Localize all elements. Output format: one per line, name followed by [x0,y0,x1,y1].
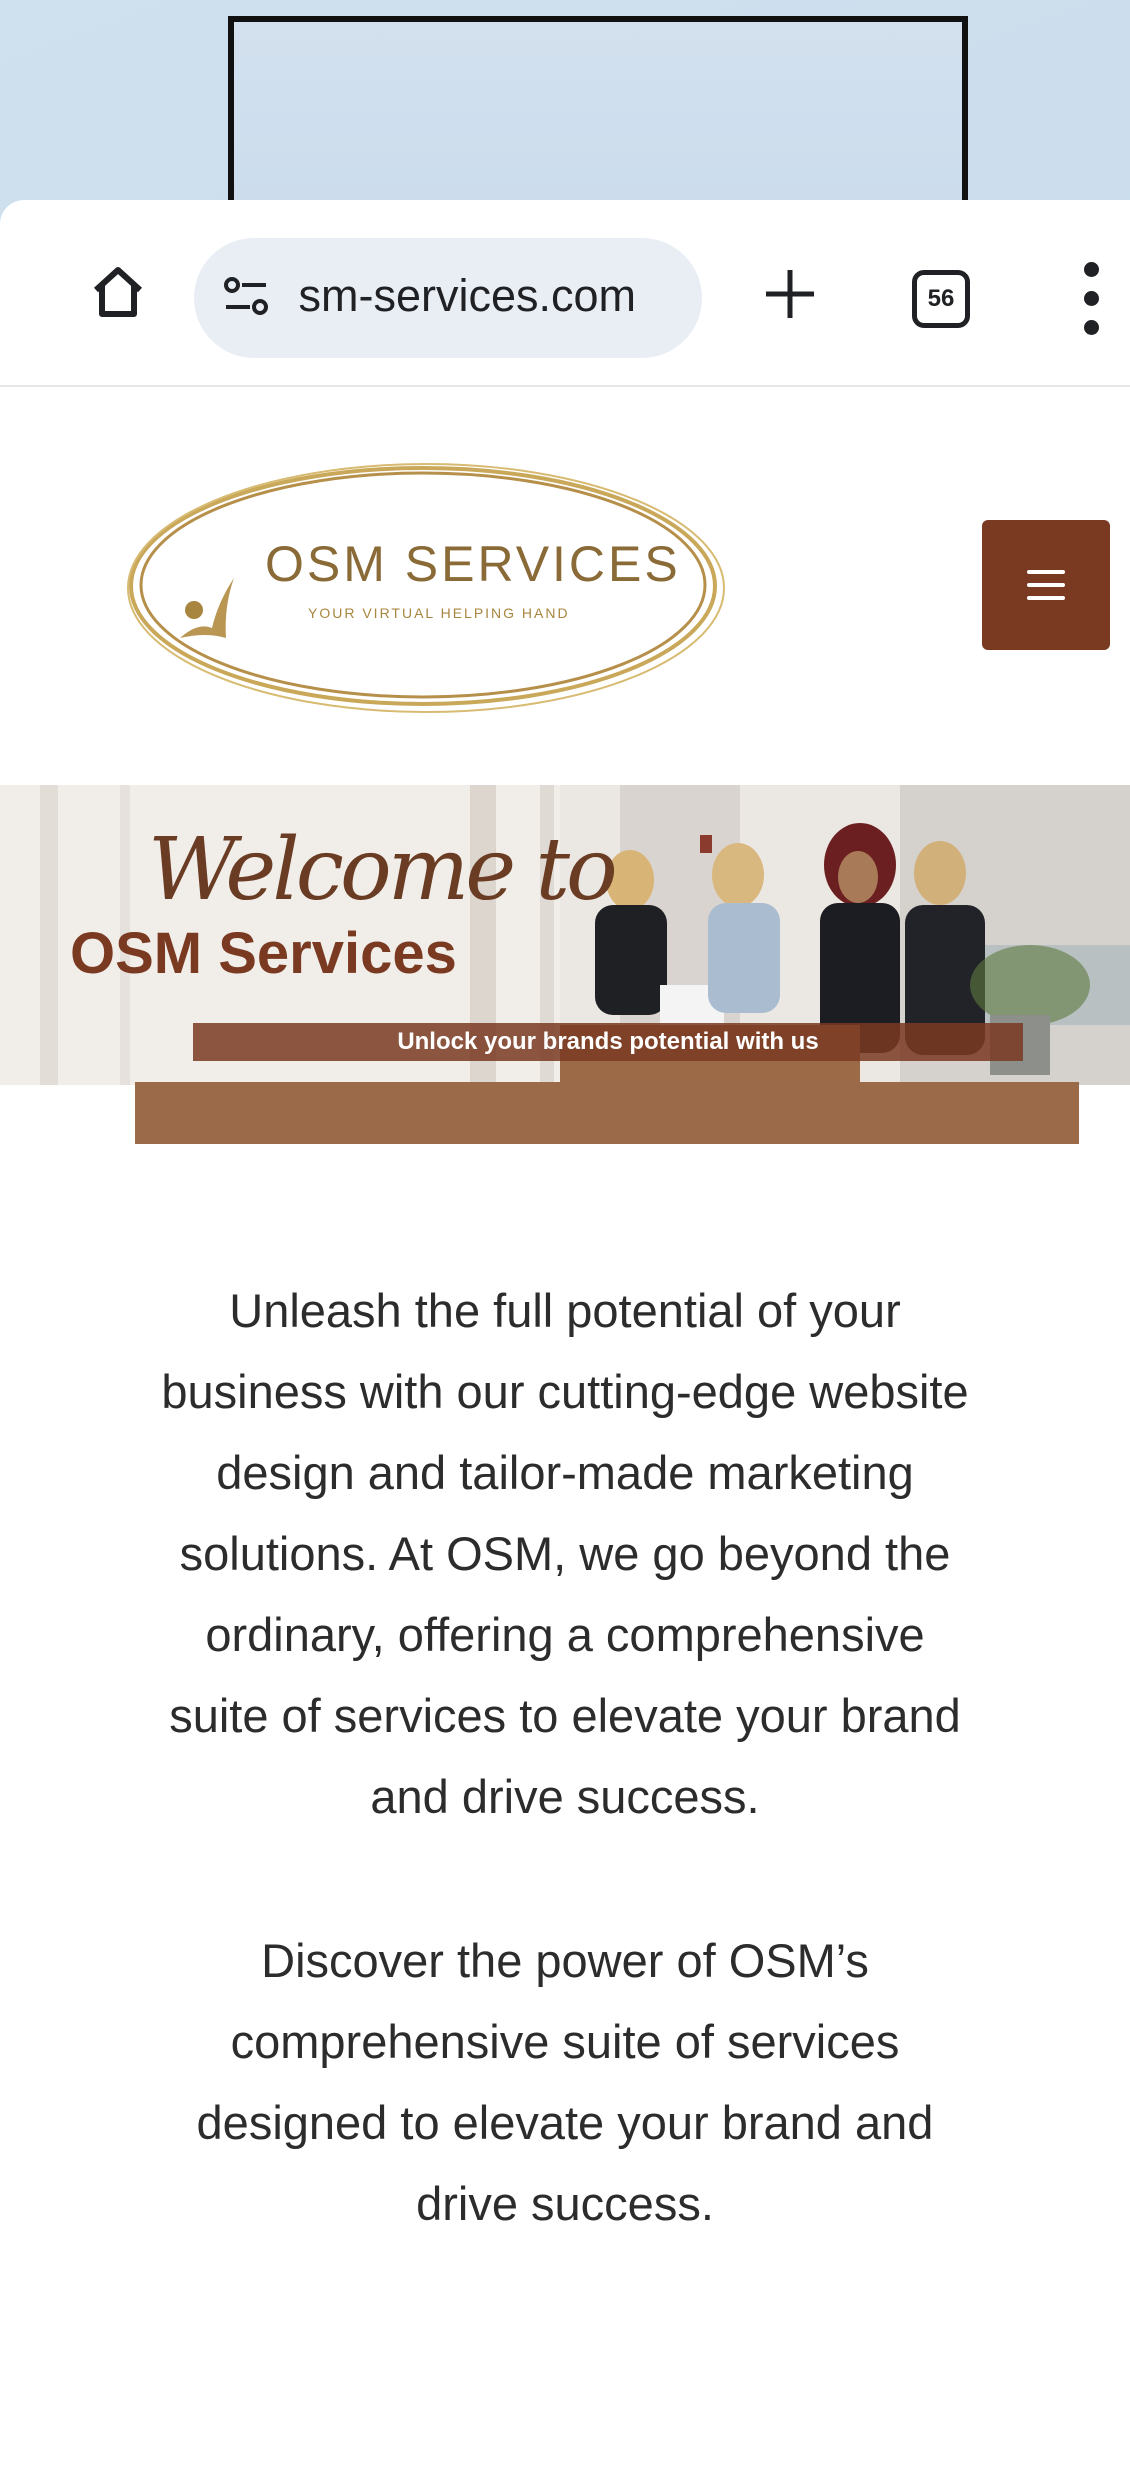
logo-figure-icon [180,578,234,638]
banner-accent-bar [135,1082,1079,1144]
top-frame [228,16,968,206]
browser-window: sm-services.com 56 OSM SERVICES YOUR VIR… [0,200,1130,2470]
intro-line: ordinary, offering a comprehensive [205,1608,925,1661]
banner-title: OSM Services [70,921,457,986]
url-text[interactable]: sm-services.com [286,270,637,322]
new-tab-button[interactable] [760,264,820,324]
discover-paragraph: Discover the power of OSM’s comprehensiv… [90,1920,1040,2244]
banner-welcome-text: Welcome to [148,820,618,920]
logo-title: OSM SERVICES [265,536,681,592]
browser-toolbar: sm-services.com 56 [0,200,1130,387]
logo-tagline: YOUR VIRTUAL HELPING HAND [308,605,570,621]
hamburger-menu-button[interactable] [982,520,1110,650]
intro-line: Unleash the full potential of your [229,1284,901,1337]
home-button[interactable] [88,262,148,322]
discover-line: designed to elevate your brand and [196,2096,934,2149]
home-icon [93,267,143,317]
address-bar[interactable]: sm-services.com [194,238,702,358]
banner-tagline: Unlock your brands potential with us [193,1023,1023,1061]
site-settings-icon[interactable] [220,274,272,322]
intro-line: solutions. At OSM, we go beyond the [179,1527,951,1580]
tab-count: 56 [927,285,955,312]
discover-line: drive success. [416,2177,714,2230]
new-tab-icon [766,270,814,318]
more-options-icon[interactable] [1080,262,1104,336]
intro-line: and drive success. [370,1770,760,1823]
tab-switcher-button[interactable]: 56 [912,270,970,328]
intro-line: design and tailor-made marketing [216,1446,914,1499]
intro-line: suite of services to elevate your brand [169,1689,961,1742]
discover-line: Discover the power of OSM’s [261,1934,869,1987]
intro-paragraph: Unleash the full potential of your busin… [90,1270,1040,1837]
discover-line: comprehensive suite of services [230,2015,900,2068]
intro-line: business with our cutting-edge website [161,1365,969,1418]
